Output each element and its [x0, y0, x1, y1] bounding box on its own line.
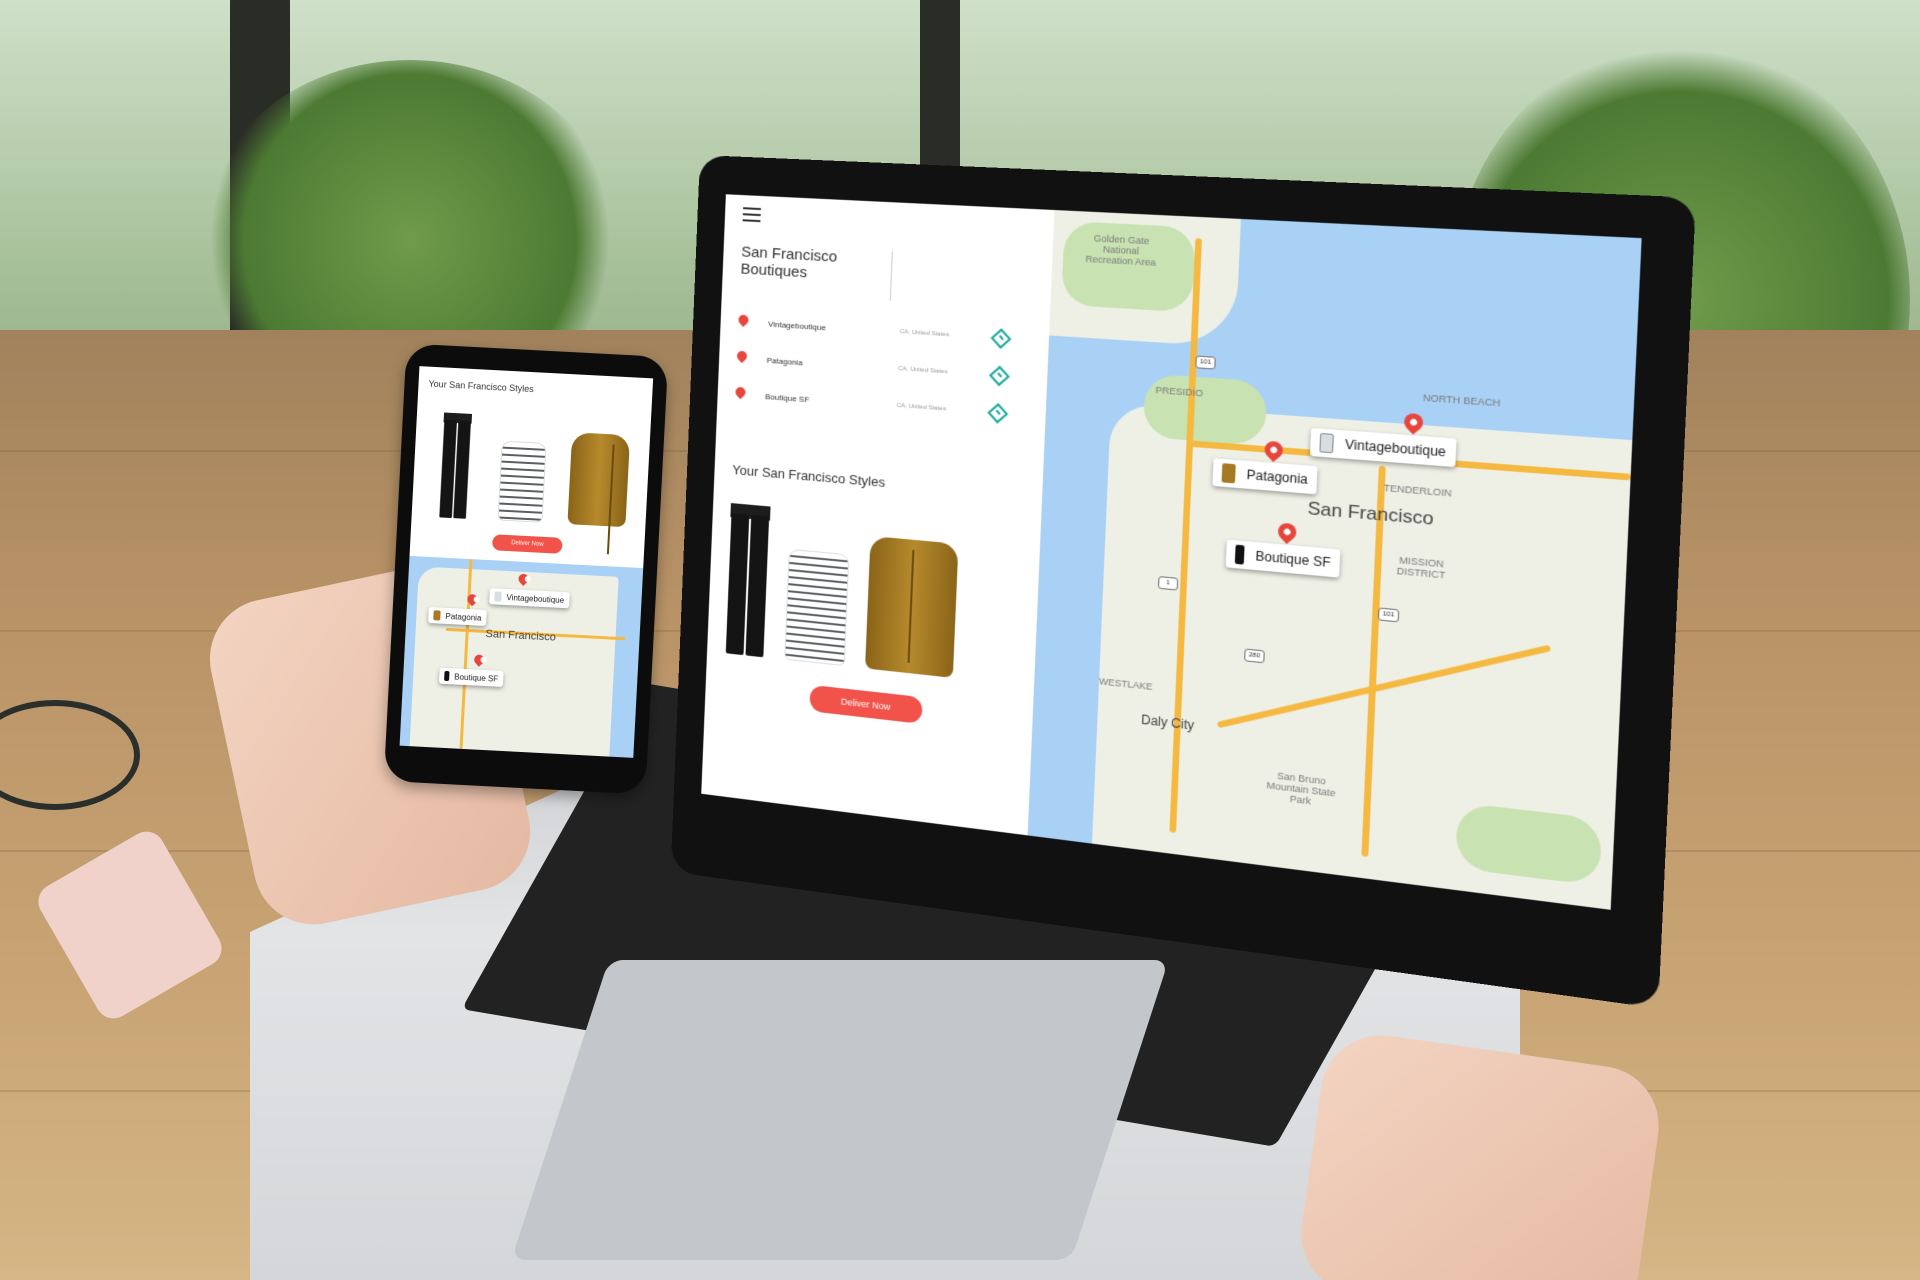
highway-shield: 280 [1244, 648, 1265, 663]
map-callout-patagonia[interactable]: Patagonia [428, 607, 487, 626]
location-pin-icon [735, 387, 745, 402]
directions-icon[interactable] [989, 366, 1010, 387]
callout-label: Patagonia [445, 611, 481, 622]
shop-location: CA, United States [900, 329, 994, 341]
phone: Your San Francisco Styles Deliver Now Sa… [384, 343, 669, 794]
puffer-jacket-image[interactable] [865, 536, 958, 678]
boutique-panel: San Francisco Boutiques Vintageboutique … [701, 194, 1054, 835]
pants-thumbnail-icon [444, 671, 450, 681]
striped-shirt-image[interactable] [784, 549, 849, 666]
highway-shield: 101 [1195, 355, 1216, 369]
black-jeans-image[interactable] [725, 503, 771, 657]
callout-label: Vintageboutique [1345, 437, 1447, 460]
striped-shirt-image[interactable] [497, 441, 546, 523]
map-callout-boutique-sf[interactable]: Boutique SF [439, 668, 504, 687]
deliver-now-button[interactable]: Deliver Now [809, 685, 922, 724]
phone-product-gallery [412, 396, 652, 528]
shop-location: CA, United States [897, 403, 991, 416]
map-view[interactable]: Golden Gate National Recreation Area PRE… [1028, 210, 1642, 910]
shop-name: Vintageboutique [768, 319, 900, 337]
jacket-thumbnail-icon [1222, 463, 1236, 483]
black-jeans-image[interactable] [438, 412, 471, 518]
shirt-thumbnail-icon [1319, 433, 1334, 453]
map-label-golden-gate: Golden Gate National Recreation Area [1082, 232, 1160, 268]
shop-name: Boutique SF [765, 392, 897, 411]
phone-deliver-now-button[interactable]: Deliver Now [492, 534, 563, 554]
styles-title: Your San Francisco Styles [732, 462, 1023, 502]
panel-title: San Francisco Boutiques [740, 243, 893, 300]
laptop-trackpad [511, 960, 1168, 1260]
map-label-north-beach: NORTH BEACH [1423, 392, 1501, 408]
highway-shield: 1 [1158, 576, 1178, 591]
pants-thumbnail-icon [1235, 545, 1245, 565]
shirt-thumbnail-icon [494, 591, 502, 601]
product-gallery [725, 493, 1022, 685]
highway-shield: 101 [1378, 607, 1400, 622]
callout-label: Boutique SF [1255, 549, 1331, 571]
callout-label: Vintageboutique [506, 593, 564, 605]
callout-label: Boutique SF [454, 672, 498, 683]
directions-icon[interactable] [991, 328, 1012, 349]
directions-icon[interactable] [987, 403, 1008, 424]
puffer-jacket-image[interactable] [567, 432, 630, 527]
shop-name: Patagonia [766, 355, 898, 373]
phone-map-view[interactable]: San Francisco Vintageboutique Patagonia … [400, 556, 644, 758]
laptop-lid: San Francisco Boutiques Vintageboutique … [671, 155, 1696, 1008]
phone-screen: Your San Francisco Styles Deliver Now Sa… [400, 366, 654, 758]
jacket-thumbnail-icon [433, 610, 441, 620]
location-pin-icon [738, 315, 748, 330]
location-pin-icon [737, 351, 747, 366]
hamburger-menu-icon[interactable] [743, 207, 761, 222]
shop-location: CA, United States [898, 366, 992, 379]
callout-label: Patagonia [1246, 467, 1308, 487]
laptop-screen: San Francisco Boutiques Vintageboutique … [701, 194, 1641, 910]
